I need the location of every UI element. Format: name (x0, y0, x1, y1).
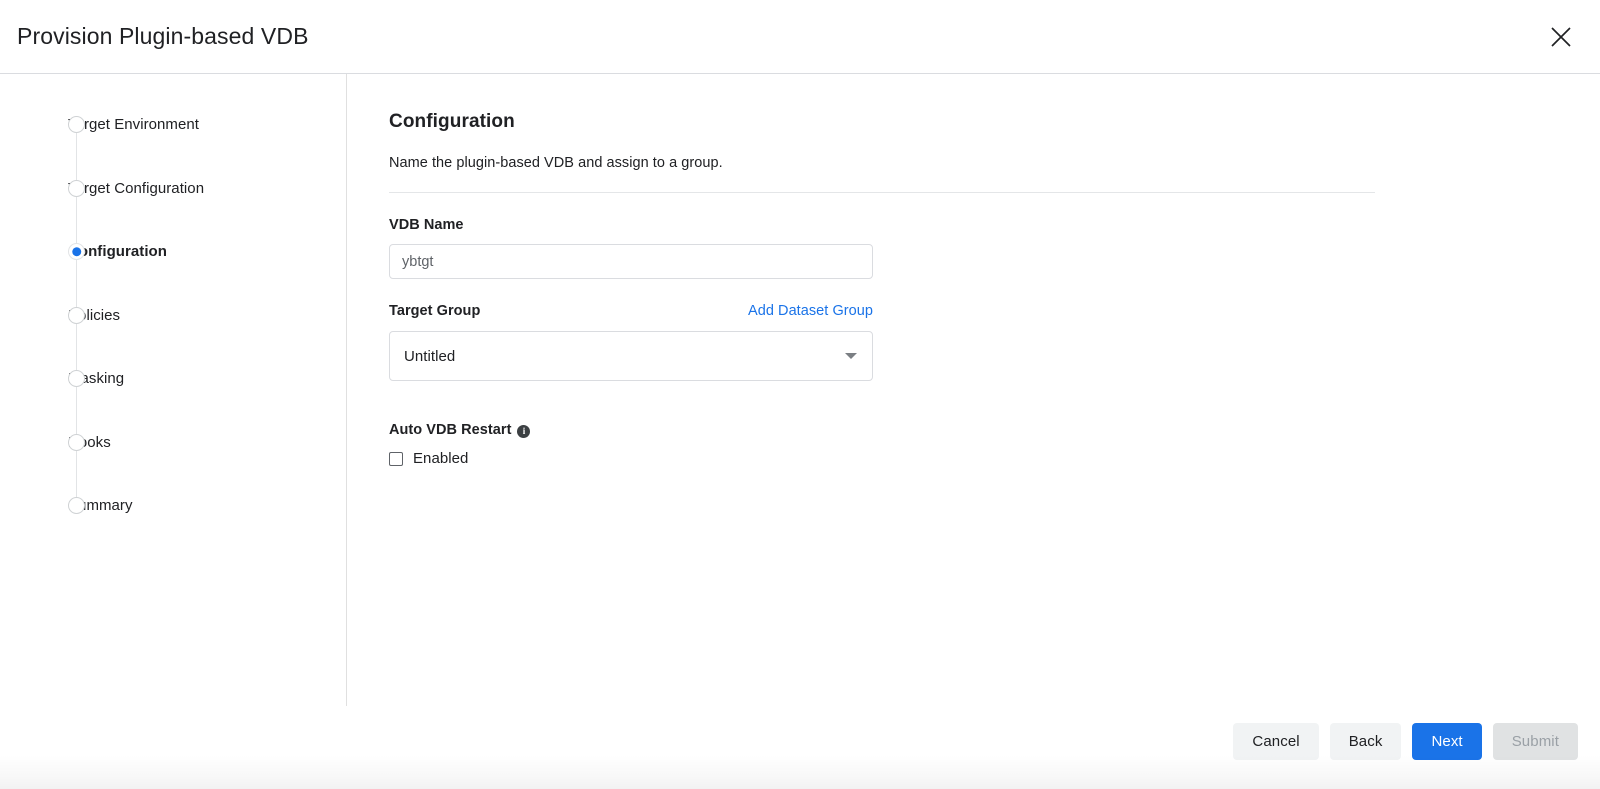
next-button[interactable]: Next (1412, 723, 1481, 760)
submit-button: Submit (1493, 723, 1578, 760)
section-divider (389, 192, 1375, 193)
section-description: Name the plugin-based VDB and assign to … (389, 153, 1600, 173)
step-marker (68, 112, 85, 180)
auto-vdb-restart-group: Auto VDB Restart i Enabled (389, 421, 1600, 468)
step-dot-icon (68, 370, 85, 387)
step-marker (68, 176, 85, 244)
step-connector (76, 324, 78, 371)
step-marker (68, 239, 85, 307)
dialog-header: Provision Plugin-based VDB (0, 0, 1600, 74)
step-list: Target Environment Target Configuration … (0, 112, 347, 557)
provision-vdb-dialog: Provision Plugin-based VDB Target Enviro… (0, 0, 1600, 789)
sidebar-item-masking[interactable]: Masking (0, 366, 347, 430)
step-marker (68, 493, 85, 561)
sidebar-item-label: Target Configuration (68, 176, 204, 198)
auto-vdb-restart-label-row: Auto VDB Restart i (389, 421, 1600, 439)
step-marker (68, 430, 85, 498)
close-icon (1549, 25, 1573, 49)
add-dataset-group-link[interactable]: Add Dataset Group (748, 303, 873, 319)
dialog-footer: Cancel Back Next Submit (0, 706, 1600, 789)
vdb-name-input[interactable] (389, 244, 873, 279)
sidebar-item-target-configuration[interactable]: Target Configuration (0, 176, 347, 240)
sidebar-item-label: Target Environment (68, 112, 199, 134)
step-dot-icon (68, 180, 85, 197)
wizard-stepper: Target Environment Target Configuration … (0, 74, 347, 706)
configuration-panel: Configuration Name the plugin-based VDB … (347, 74, 1600, 706)
target-group-select[interactable]: Untitled (389, 331, 873, 381)
step-dot-icon (68, 434, 85, 451)
footer-shadow (0, 755, 1600, 789)
section-title: Configuration (389, 110, 1600, 134)
auto-vdb-restart-label: Auto VDB Restart (389, 421, 511, 439)
sidebar-item-configuration[interactable]: Configuration (0, 239, 347, 303)
cancel-button[interactable]: Cancel (1233, 723, 1318, 760)
dialog-body: Target Environment Target Configuration … (0, 74, 1600, 706)
vdb-name-field-group: VDB Name (389, 216, 1600, 279)
step-connector (76, 133, 78, 180)
back-button[interactable]: Back (1330, 723, 1402, 760)
target-group-selected-value: Untitled (404, 348, 455, 365)
auto-vdb-restart-checkbox-label: Enabled (413, 450, 468, 468)
target-group-select-wrap: Untitled (389, 331, 873, 381)
page-title: Provision Plugin-based VDB (16, 23, 309, 51)
target-group-field-group: Target Group Add Dataset Group Untitled (389, 302, 1600, 381)
sidebar-item-policies[interactable]: Policies (0, 303, 347, 367)
info-icon[interactable]: i (517, 425, 530, 438)
step-connector (76, 197, 78, 244)
step-marker (68, 303, 85, 371)
close-button[interactable] (1544, 20, 1578, 54)
step-connector (76, 387, 78, 434)
target-group-label-row: Target Group Add Dataset Group (389, 302, 873, 320)
sidebar-item-target-environment[interactable]: Target Environment (0, 112, 347, 176)
sidebar-item-summary[interactable]: Summary (0, 493, 347, 557)
step-dot-icon (68, 497, 85, 514)
step-connector (76, 451, 78, 498)
auto-vdb-restart-checkbox-row[interactable]: Enabled (389, 450, 468, 468)
auto-vdb-restart-checkbox[interactable] (389, 452, 403, 466)
vdb-name-label: VDB Name (389, 217, 464, 233)
step-dot-active-icon (68, 243, 85, 260)
step-dot-icon (68, 116, 85, 133)
target-group-label: Target Group (389, 302, 480, 320)
step-marker (68, 366, 85, 434)
step-connector (76, 260, 78, 307)
step-dot-icon (68, 307, 85, 324)
sidebar-item-hooks[interactable]: Hooks (0, 430, 347, 494)
